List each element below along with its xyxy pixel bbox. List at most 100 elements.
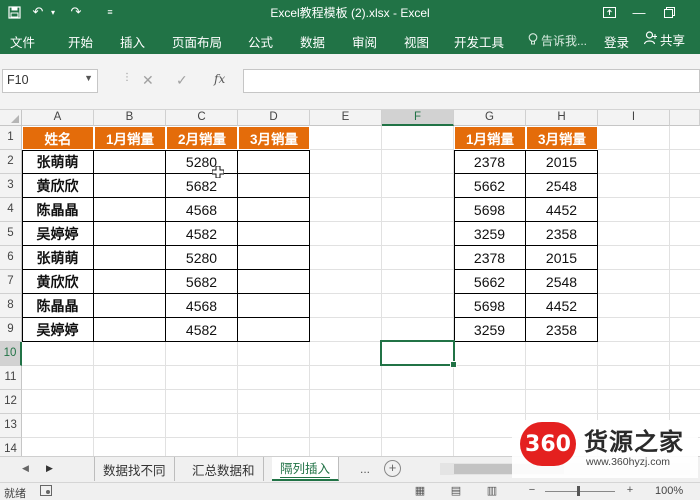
cell-d3[interactable] — [238, 174, 310, 198]
plus-icon[interactable]: + — [384, 460, 401, 477]
cell-c8[interactable]: 4568 — [166, 294, 238, 318]
cell-h3[interactable]: 2548 — [526, 174, 598, 198]
cell-a2[interactable]: 张萌萌 — [22, 150, 94, 174]
header-cell-b1[interactable]: 1月销量 — [94, 126, 166, 150]
cell-a5[interactable]: 吴婷婷 — [22, 222, 94, 246]
sheet-tab-1[interactable]: 数据找不同 — [94, 457, 175, 481]
row-header-8[interactable]: 8 — [0, 294, 22, 318]
row-header-9[interactable]: 9 — [0, 318, 22, 342]
chevron-down-icon[interactable]: ▼ — [84, 73, 93, 83]
cell-c6[interactable]: 5280 — [166, 246, 238, 270]
next-sheet-icon[interactable]: ▶ — [46, 463, 53, 474]
cell-b3[interactable] — [94, 174, 166, 198]
cell-h6[interactable]: 2015 — [526, 246, 598, 270]
column-header-i[interactable]: I — [598, 110, 670, 126]
cell-a4[interactable]: 陈晶晶 — [22, 198, 94, 222]
header-cell-c1[interactable]: 2月销量 — [166, 126, 238, 150]
header-cell-a1[interactable]: 姓名 — [22, 126, 94, 150]
tab-page-layout[interactable]: 页面布局 — [172, 32, 222, 51]
cell-h2[interactable]: 2015 — [526, 150, 598, 174]
formula-bar-grip-icon[interactable]: ⋮ — [122, 72, 132, 83]
tell-me-box[interactable]: 告诉我... — [528, 32, 587, 49]
share-button[interactable]: 共享 — [643, 30, 685, 49]
row-header-7[interactable]: 7 — [0, 270, 22, 294]
cell-g5[interactable]: 3259 — [454, 222, 526, 246]
row-header-6[interactable]: 6 — [0, 246, 22, 270]
active-cell-f10[interactable] — [380, 340, 457, 368]
row-header-10[interactable]: 10 — [0, 342, 22, 366]
cell-b5[interactable] — [94, 222, 166, 246]
minimize-icon[interactable]: — — [624, 0, 654, 24]
page-break-view-icon[interactable]: ▥ — [482, 484, 502, 499]
column-header-j[interactable] — [670, 110, 700, 126]
row-header-1[interactable]: 1 — [0, 126, 22, 150]
prev-sheet-icon[interactable]: ◀ — [22, 463, 29, 474]
row-header-14[interactable]: 14 — [0, 438, 22, 456]
cell-a8[interactable]: 陈晶晶 — [22, 294, 94, 318]
tab-view[interactable]: 视图 — [404, 32, 429, 51]
cell-b2[interactable] — [94, 150, 166, 174]
cell-h5[interactable]: 2358 — [526, 222, 598, 246]
column-header-a[interactable]: A — [22, 110, 94, 126]
column-header-c[interactable]: C — [166, 110, 238, 126]
tab-formulas[interactable]: 公式 — [248, 32, 273, 51]
tab-file[interactable]: 文件 — [10, 32, 35, 51]
cell-b6[interactable] — [94, 246, 166, 270]
cell-b9[interactable] — [94, 318, 166, 342]
cell-h9[interactable]: 2358 — [526, 318, 598, 342]
zoom-in-icon[interactable]: + — [620, 484, 640, 499]
tab-home[interactable]: 开始 — [68, 32, 93, 51]
zoom-level[interactable]: 100% — [655, 485, 683, 497]
cell-c2[interactable]: 5280 — [166, 150, 238, 174]
maximize-icon[interactable] — [654, 0, 684, 24]
zoom-out-icon[interactable]: − — [522, 484, 542, 499]
cell-c4[interactable]: 4568 — [166, 198, 238, 222]
cell-g4[interactable]: 5698 — [454, 198, 526, 222]
cell-a6[interactable]: 张萌萌 — [22, 246, 94, 270]
cell-b7[interactable] — [94, 270, 166, 294]
page-layout-view-icon[interactable]: ▤ — [446, 484, 466, 499]
cell-c9[interactable]: 4582 — [166, 318, 238, 342]
tab-data[interactable]: 数据 — [300, 32, 325, 51]
row-header-12[interactable]: 12 — [0, 390, 22, 414]
column-header-d[interactable]: D — [238, 110, 310, 126]
row-header-11[interactable]: 11 — [0, 366, 22, 390]
sign-in-link[interactable]: 登录 — [604, 32, 629, 51]
cell-c5[interactable]: 4582 — [166, 222, 238, 246]
cell-d2[interactable] — [238, 150, 310, 174]
cell-d7[interactable] — [238, 270, 310, 294]
macro-record-icon[interactable] — [40, 485, 52, 499]
cell-a7[interactable]: 黄欣欣 — [22, 270, 94, 294]
cell-h8[interactable]: 4452 — [526, 294, 598, 318]
cell-b4[interactable] — [94, 198, 166, 222]
check-icon[interactable]: ✓ — [176, 72, 188, 89]
row-header-2[interactable]: 2 — [0, 150, 22, 174]
insert-function-icon[interactable]: fx — [214, 72, 225, 86]
row-header-5[interactable]: 5 — [0, 222, 22, 246]
zoom-slider[interactable] — [545, 486, 615, 496]
sheet-tab-active[interactable]: 隔列插入 — [272, 457, 340, 481]
row-header-4[interactable]: 4 — [0, 198, 22, 222]
cell-d6[interactable] — [238, 246, 310, 270]
cell-g9[interactable]: 3259 — [454, 318, 526, 342]
cell-h7[interactable]: 2548 — [526, 270, 598, 294]
ribbon-display-icon[interactable] — [594, 0, 624, 24]
cell-g2[interactable]: 2378 — [454, 150, 526, 174]
sheet-tab-2[interactable]: 汇总数据和 — [184, 457, 264, 481]
header-cell-d1[interactable]: 3月销量 — [238, 126, 310, 150]
column-header-b[interactable]: B — [94, 110, 166, 126]
cell-d9[interactable] — [238, 318, 310, 342]
row-header-13[interactable]: 13 — [0, 414, 22, 438]
column-header-f[interactable]: F — [382, 110, 454, 126]
cell-h4[interactable]: 4452 — [526, 198, 598, 222]
cell-a3[interactable]: 黄欣欣 — [22, 174, 94, 198]
cell-d5[interactable] — [238, 222, 310, 246]
cell-g7[interactable]: 5662 — [454, 270, 526, 294]
name-box[interactable]: F10 ▼ — [2, 69, 98, 93]
cell-g8[interactable]: 5698 — [454, 294, 526, 318]
cell-c7[interactable]: 5682 — [166, 270, 238, 294]
cell-d8[interactable] — [238, 294, 310, 318]
worksheet-grid[interactable]: A B C D E F G H I 1 2 3 4 5 6 7 8 9 10 1… — [0, 110, 700, 456]
column-header-e[interactable]: E — [310, 110, 382, 126]
select-all-button[interactable] — [0, 110, 22, 126]
